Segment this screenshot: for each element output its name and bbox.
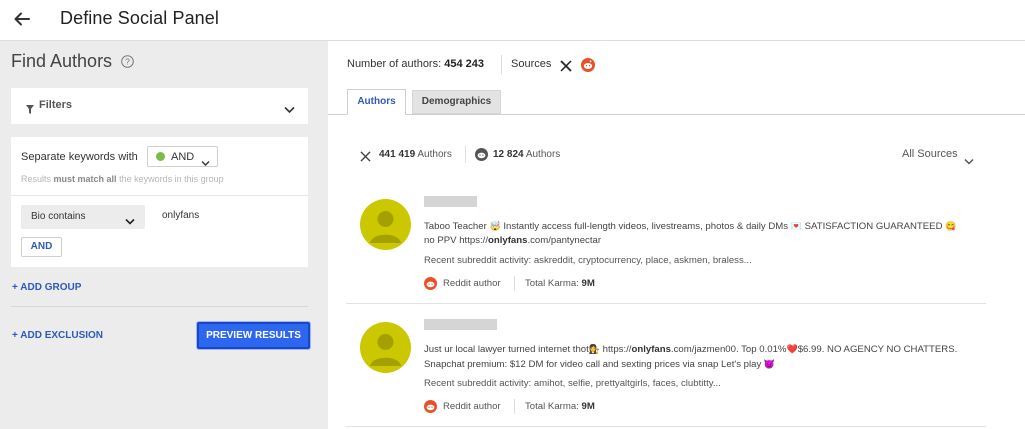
devil-face-icon: 😈 [763,359,776,369]
author-name-redacted [424,196,477,207]
separate-keywords-label: Separate keywords with [21,151,138,163]
reddit-authors-count: 12 824 [493,149,524,160]
bio-text: https:// [600,344,632,355]
page-title: Define Social Panel [60,8,219,28]
card-divider [346,426,986,427]
total-karma: Total Karma: 9M [525,401,595,412]
back-button[interactable] [12,9,32,29]
hint-bold: must match all [53,174,117,184]
keyword-input[interactable]: onlyfans [162,210,199,221]
find-authors-panel: Find Authors ? Filters Separate keywords… [0,41,328,429]
author-bio: Just ur local lawyer turned internet tho… [424,342,969,372]
chevron-down-icon [125,213,135,225]
reddit-authors-stat: 12 824 Authors [493,149,560,160]
bio-text: Taboo Teacher [424,221,487,232]
reddit-icon [424,400,437,413]
bio-text: Just ur local lawyer turned internet tho… [424,344,589,355]
divider [514,276,515,291]
avatar [360,199,411,250]
author-source: Reddit author [443,401,501,412]
keyword-group: Separate keywords with AND Results must … [11,137,308,267]
and-button[interactable]: AND [21,237,62,257]
hint-suffix: the keywords in this group [119,174,224,184]
judge-icon: 👩‍⚖️ [588,344,600,354]
reddit-authors-label: Authors [525,149,561,160]
author-name-redacted [424,319,497,330]
bio-keyword-highlight: onlyfans [631,344,671,355]
filters-toggle[interactable]: Filters [11,88,308,124]
filters-label: Filters [39,99,73,111]
x-authors-count: 441 419 [379,149,416,160]
bio-keyword-highlight: onlyfans [488,235,528,246]
chevron-down-icon [964,152,974,165]
author-card[interactable]: Taboo Teacher 🤯 Instantly access full-le… [346,189,986,303]
num-authors-value: 454 243 [444,58,484,70]
svg-text:?: ? [125,57,130,67]
karma-value: 9M [581,401,595,412]
num-authors-label: Number of authors: [347,58,442,70]
divider [501,55,502,74]
yum-face-icon: 😋 [945,221,957,231]
bio-text: Instantly access full-length videos, liv… [500,221,791,232]
x-icon [360,149,371,162]
author-source: Reddit author [443,278,501,289]
operator-dot-icon [156,152,165,161]
reddit-icon [424,277,437,290]
bio-text: SATISFACTION GUARANTEED [801,221,946,232]
top-bar: Define Social Panel [0,0,1025,41]
number-of-authors: Number of authors: 454 243 [347,58,484,70]
divider [11,195,308,196]
help-icon[interactable]: ? [121,55,134,68]
avatar [360,322,411,373]
subreddit-activity: Recent subreddit activity: askreddit, cr… [424,255,752,266]
card-divider [346,303,986,304]
arrow-left-icon [14,12,30,26]
bio-text: .com/pantynectar [527,235,602,246]
x-authors-stat: 441 419 Authors [379,149,452,160]
love-letter-icon: 💌 [790,221,802,231]
tab-authors[interactable]: Authors [347,89,406,115]
author-card[interactable]: Just ur local lawyer turned internet tho… [346,312,986,426]
add-exclusion-button[interactable]: + ADD EXCLUSION [12,330,103,341]
karma-value: 9M [581,278,595,289]
exploding-head-icon: 🤯 [489,221,501,231]
reddit-icon [475,148,488,161]
author-bio: Taboo Teacher 🤯 Instantly access full-le… [424,219,969,248]
bio-text: no PPV https:// [424,235,488,246]
reddit-icon [581,58,595,72]
tab-demographics[interactable]: Demographics [412,90,501,114]
divider [11,306,308,307]
source-filter-select[interactable]: All Sources [902,148,958,160]
find-authors-title: Find Authors [11,51,113,71]
chevron-down-icon [284,101,295,114]
karma-label: Total Karma: [525,278,579,289]
hint-prefix: Results [21,174,52,184]
sources-label: Sources [511,58,552,70]
total-karma: Total Karma: 9M [525,278,595,289]
operator-value: AND [171,151,195,163]
funnel-icon [26,101,34,114]
divider [465,146,466,163]
divider [514,399,515,414]
x-authors-label: Authors [417,149,452,160]
chevron-down-icon [201,154,210,166]
add-group-button[interactable]: + ADD GROUP [12,282,81,293]
field-select-value: Bio contains [31,211,86,222]
keyword-operator-select[interactable]: AND [147,146,218,167]
tabs-underline [328,114,1025,115]
match-hint: Results must match all the keywords in t… [21,174,224,184]
heart-icon: ❤️ [786,344,798,354]
results-panel: Number of authors: 454 243 Sources Autho… [328,41,1025,429]
bio-text: .com/jazmen00. Top 0.01% [670,344,787,355]
preview-results-button[interactable]: PREVIEW RESULTS [197,322,310,349]
x-icon [560,59,572,72]
field-select[interactable]: Bio contains [21,205,145,229]
karma-label: Total Karma: [525,401,579,412]
subreddit-activity: Recent subreddit activity: amihot, selfi… [424,378,721,389]
